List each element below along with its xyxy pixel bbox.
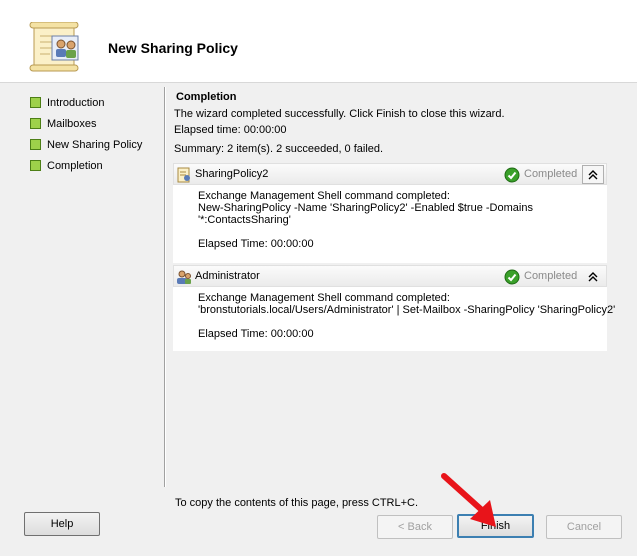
completion-heading: Completion — [176, 91, 237, 103]
step-bullet-icon — [30, 160, 41, 171]
success-check-icon — [504, 167, 520, 183]
result-details: Exchange Management Shell command comple… — [198, 190, 533, 250]
result-name: SharingPolicy2 — [195, 168, 269, 180]
result-panel-sharingpolicy2: SharingPolicy2 Completed Exchange Manage… — [173, 163, 607, 263]
result-panel-administrator: Administrator Completed Exchange Managem… — [173, 265, 615, 351]
step-bullet-icon — [30, 97, 41, 108]
user-icon — [177, 270, 191, 284]
step-bullet-icon — [30, 139, 41, 150]
result-line: Exchange Management Shell command comple… — [198, 190, 450, 202]
red-arrow-annotation-icon — [441, 473, 496, 527]
wizard-title: New Sharing Policy — [108, 40, 238, 56]
result-line: Elapsed Time: 00:00:00 — [198, 238, 314, 250]
result-spacer — [198, 316, 615, 328]
wizard-header: New Sharing Policy — [0, 0, 637, 83]
result-spacer — [198, 226, 533, 238]
step-label: Mailboxes — [47, 118, 97, 130]
elapsed-time: Elapsed time: 00:00:00 — [174, 124, 287, 136]
chevron-up-icon — [588, 170, 598, 180]
chevron-up-icon — [588, 272, 598, 282]
result-line: 'bronstutorials.local/Users/Administrato… — [198, 304, 616, 316]
result-name: Administrator — [195, 270, 260, 282]
result-panel-header: Administrator Completed — [173, 265, 607, 287]
steps-divider — [164, 87, 166, 487]
result-line: Exchange Management Shell command comple… — [198, 292, 450, 304]
result-status: Completed — [524, 168, 578, 180]
step-label: Completion — [47, 160, 103, 172]
result-line: New-SharingPolicy -Name 'SharingPolicy2'… — [198, 202, 533, 214]
completion-message: The wizard completed successfully. Click… — [174, 108, 505, 120]
step-bullet-icon — [30, 118, 41, 129]
result-details: Exchange Management Shell command comple… — [198, 292, 615, 340]
summary-text: Summary: 2 item(s). 2 succeeded, 0 faile… — [174, 143, 384, 155]
sharing-policy-icon — [177, 167, 190, 183]
result-line: Elapsed Time: 00:00:00 — [198, 328, 314, 340]
step-label: Introduction — [47, 97, 105, 109]
result-line: '*:ContactsSharing' — [198, 214, 291, 226]
success-check-icon — [504, 269, 520, 285]
copy-hint: To copy the contents of this page, press… — [175, 497, 419, 509]
collapse-button[interactable] — [582, 267, 604, 286]
help-button[interactable]: Help — [24, 512, 100, 536]
result-status: Completed — [524, 270, 578, 282]
step-label: New Sharing Policy — [47, 139, 143, 151]
wizard-scroll-icon — [29, 22, 79, 72]
collapse-button[interactable] — [582, 165, 604, 184]
cancel-button[interactable]: Cancel — [546, 515, 622, 539]
result-panel-header: SharingPolicy2 Completed — [173, 163, 607, 185]
